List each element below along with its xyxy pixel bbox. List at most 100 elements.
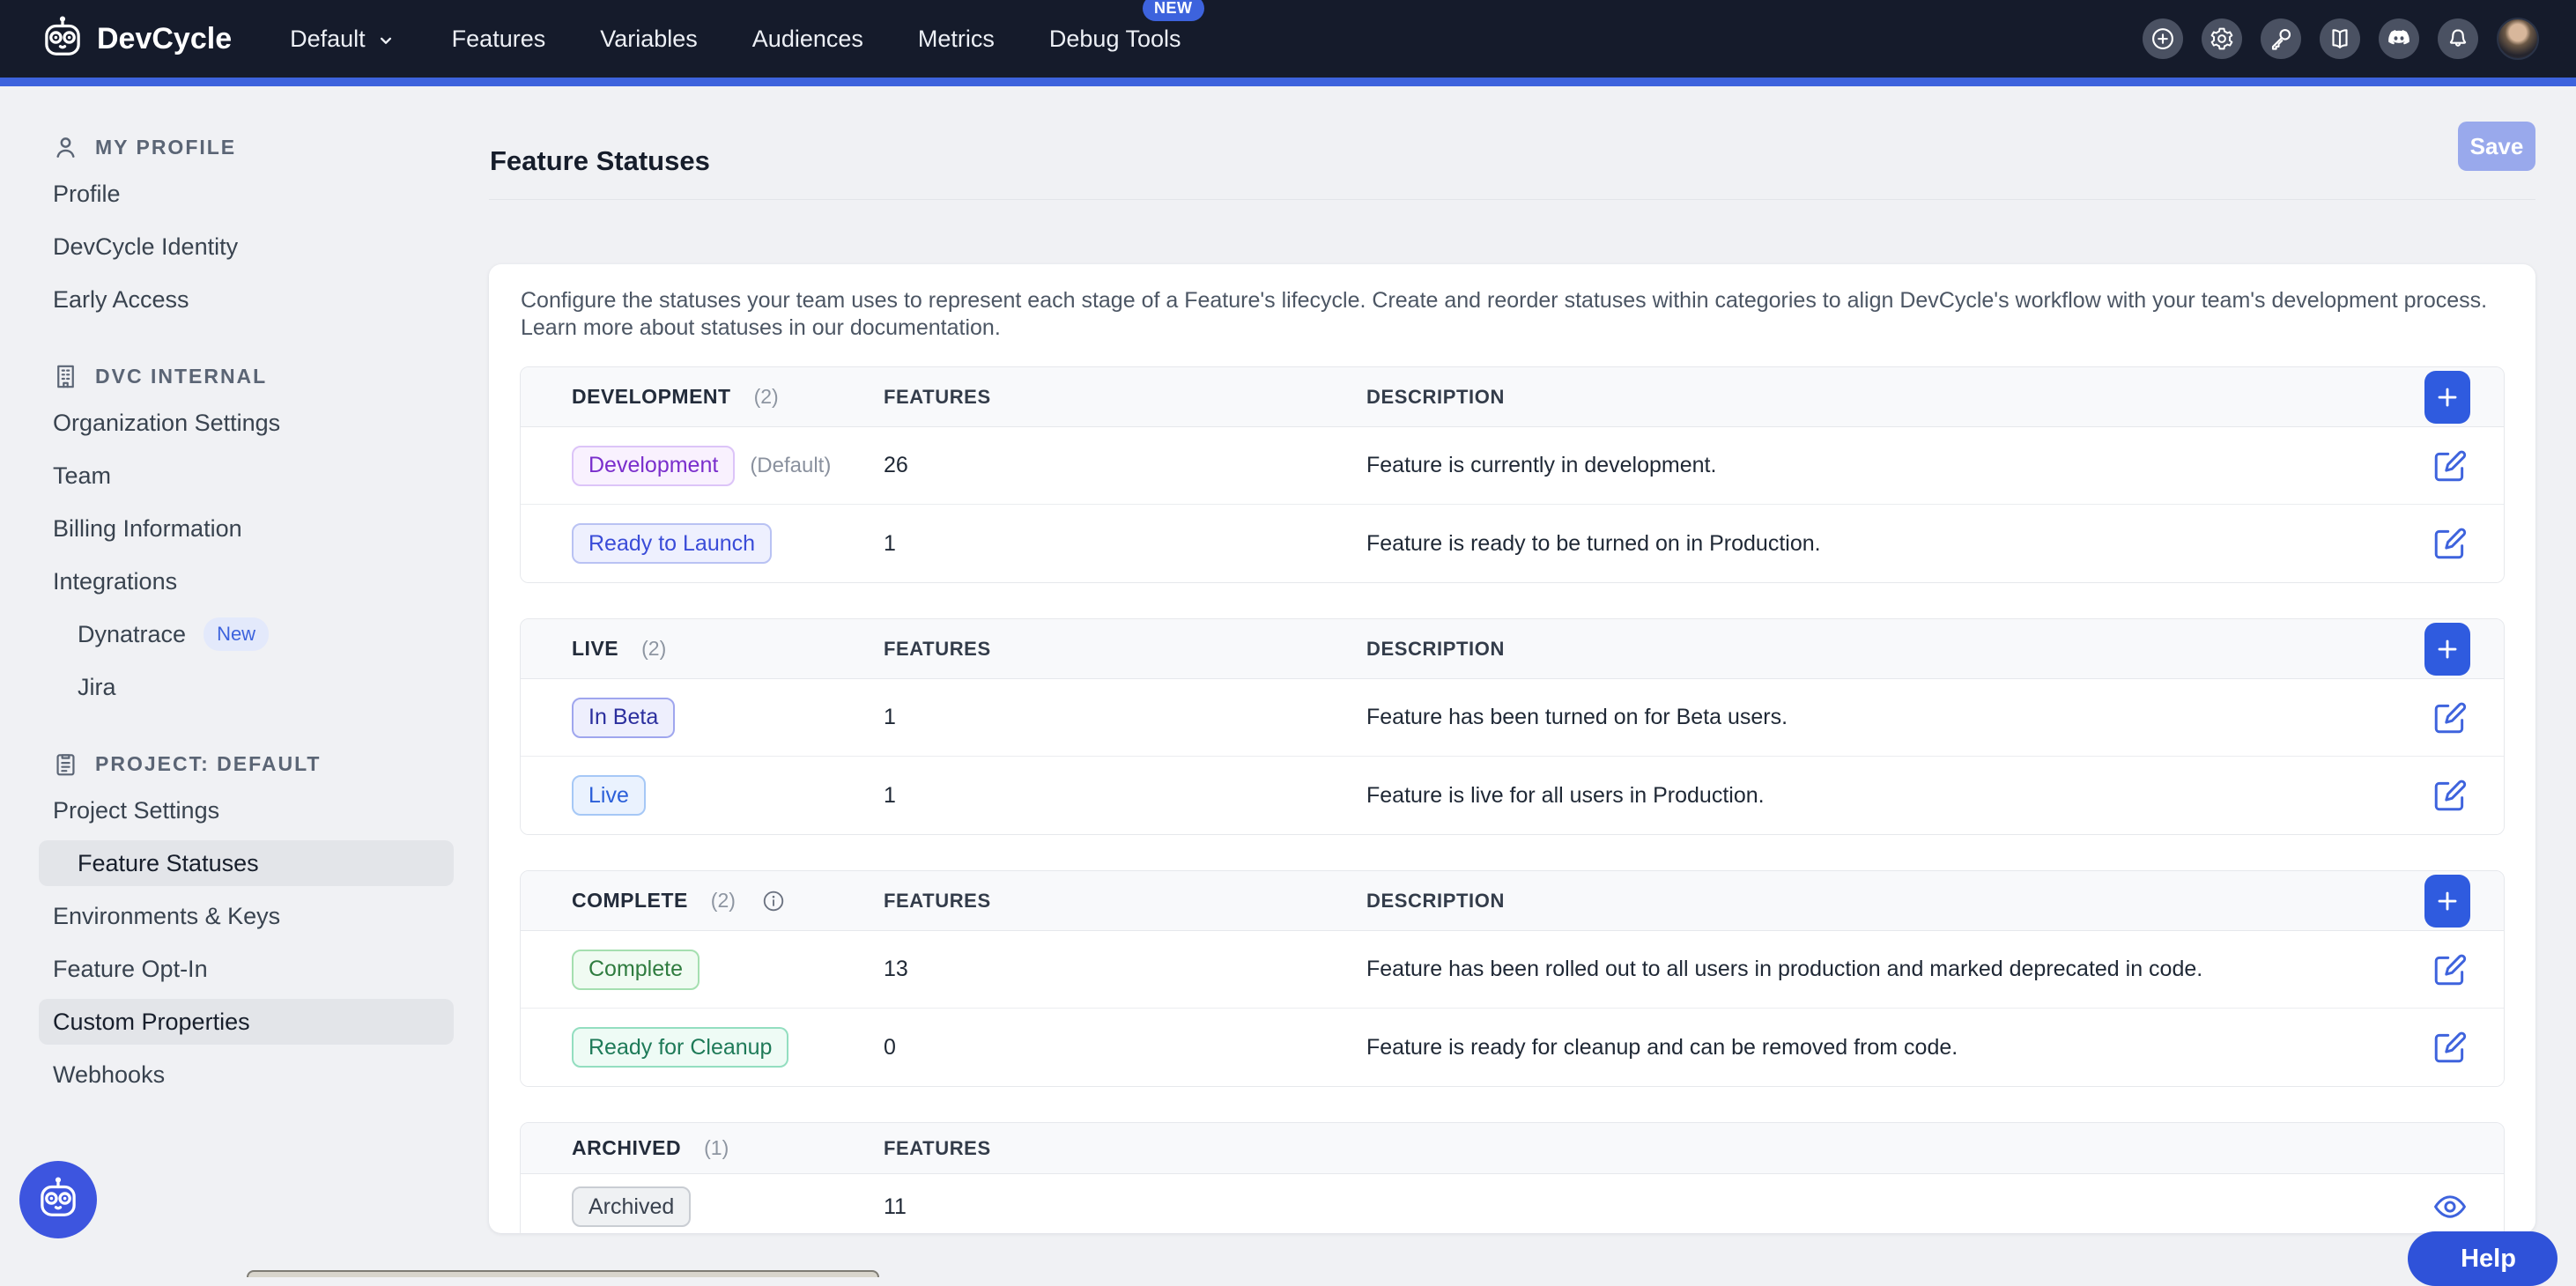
features-count: 1 [884, 783, 896, 808]
category-count: (1) [704, 1136, 729, 1160]
status-cell: Archived [521, 1186, 882, 1227]
features-header-cell: FEATURES [882, 1137, 1366, 1160]
notifications-icon [2445, 26, 2471, 52]
api-key-button[interactable] [2261, 18, 2301, 59]
header-divider [489, 199, 2535, 200]
features-count: 0 [884, 1035, 896, 1060]
sidebar-item-label: Dynatrace [78, 621, 186, 648]
features-header-cell: FEATURES [882, 638, 1366, 661]
add-status-button[interactable] [2424, 371, 2470, 424]
sidebar-item-custom-properties[interactable]: Custom Properties [0, 995, 480, 1048]
user-avatar[interactable] [2497, 18, 2539, 60]
status-table-archived: ARCHIVED (1) FEATURES Archived11 [520, 1122, 2505, 1233]
description-cell: Feature is live for all users in Product… [1366, 783, 2372, 809]
sidebar-item-label: Organization Settings [53, 410, 280, 437]
status-badge: Ready for Cleanup [572, 1027, 788, 1068]
category-label: COMPLETE [572, 889, 688, 913]
sidebar-section-header: MY PROFILE [0, 127, 480, 167]
nav-link-metrics[interactable]: Metrics [918, 26, 995, 53]
edit-icon [2432, 777, 2469, 814]
nav-link-audiences[interactable]: Audiences [752, 26, 863, 53]
settings-button[interactable] [2202, 18, 2242, 59]
description-column-label: DESCRIPTION [1366, 638, 1505, 660]
discord-button[interactable] [2379, 18, 2419, 59]
brand-logo[interactable]: DevCycle [37, 13, 232, 64]
category-count: (2) [711, 889, 736, 913]
description-header-cell: DESCRIPTION [1366, 638, 2372, 661]
description-column-label: DESCRIPTION [1366, 890, 1505, 912]
status-badge: Complete [572, 950, 700, 990]
edit-status-button[interactable] [2430, 1027, 2470, 1068]
nav-link-features[interactable]: Features [452, 26, 546, 53]
status-cell: Ready to Launch [521, 523, 882, 564]
category-header-cell: LIVE(2) [521, 637, 882, 661]
status-row: Live1Feature is live for all users in Pr… [521, 757, 2504, 834]
devcycle-robot-icon [33, 1174, 84, 1225]
top-navbar: DevCycle Default Features Variables Audienc… [0, 0, 2576, 78]
sidebar-item-environments-keys[interactable]: Environments & Keys [0, 890, 480, 942]
sidebar-item-organization-settings[interactable]: Organization Settings [0, 396, 480, 449]
clipboard-icon [51, 750, 80, 779]
status-cell: In Beta [521, 698, 882, 738]
documentation-button[interactable] [2320, 18, 2360, 59]
edit-status-button[interactable] [2430, 523, 2470, 564]
features-cell: 0 [882, 1035, 1366, 1061]
sidebar-item-label: Feature Statuses [78, 850, 259, 877]
status-badge: Ready to Launch [572, 523, 772, 564]
category-label: ARCHIVED [572, 1136, 681, 1160]
sidebar-item-billing-information[interactable]: Billing Information [0, 502, 480, 555]
sidebar-item-label: Profile [53, 181, 121, 208]
chevron-down-icon [374, 26, 397, 52]
sidebar-item-feature-opt-in[interactable]: Feature Opt-In [0, 942, 480, 995]
features-header-cell: FEATURES [882, 386, 1366, 409]
features-cell: 1 [882, 705, 1366, 730]
sidebar-item-project-settings[interactable]: Project Settings [0, 784, 480, 837]
save-button[interactable]: Save [2458, 122, 2535, 171]
status-row: Development(Default)26Feature is current… [521, 427, 2504, 505]
building-icon [51, 362, 80, 391]
features-column-label: FEATURES [884, 638, 991, 660]
status-badge: In Beta [572, 698, 675, 738]
help-button[interactable]: Help [2408, 1231, 2557, 1286]
sidebar-section-title: PROJECT: DEFAULT [95, 752, 321, 776]
description-cell: Feature is currently in development. [1366, 453, 2372, 478]
sidebar-item-profile[interactable]: Profile [0, 167, 480, 220]
discord-icon [2386, 26, 2412, 52]
description-cell: Feature has been turned on for Beta user… [1366, 705, 2372, 730]
sidebar-item-label: DevCycle Identity [53, 233, 238, 261]
status-row: Ready to Launch 1 Feature is ready to be t… [521, 505, 2504, 582]
sidebar-item-webhooks[interactable]: Webhooks [0, 1048, 480, 1101]
edit-status-button[interactable] [2430, 950, 2470, 990]
sidebar-section-header: PROJECT: DEFAULT [0, 743, 480, 784]
org-selector[interactable]: Default [290, 26, 397, 53]
notifications-button[interactable] [2438, 18, 2478, 59]
edit-status-button[interactable] [2430, 775, 2470, 816]
sidebar-item-devcycle-identity[interactable]: DevCycle Identity [0, 220, 480, 273]
sidebar-item-early-access[interactable]: Early Access [0, 273, 480, 326]
sidebar-section-0: MY PROFILE Profile DevCycle Identity Early … [0, 127, 480, 326]
add-status-button[interactable] [2424, 875, 2470, 928]
nav-link-debug-tools[interactable]: Debug ToolsNEW [1049, 26, 1181, 53]
nav-link-variables[interactable]: Variables [600, 26, 698, 53]
add-circle-button[interactable] [2143, 18, 2183, 59]
sidebar-item-jira[interactable]: Jira [0, 661, 480, 713]
add-status-button[interactable] [2424, 623, 2470, 676]
edit-status-button[interactable] [2430, 698, 2470, 738]
chat-launcher-button[interactable] [19, 1161, 97, 1238]
category-count: (2) [641, 637, 666, 661]
status-row: Ready for Cleanup0Feature is ready for c… [521, 1009, 2504, 1086]
description-text: Feature has been turned on for Beta user… [1366, 705, 1788, 729]
sidebar-item-team[interactable]: Team [0, 449, 480, 502]
sidebar-item-feature-statuses[interactable]: Feature Statuses [0, 837, 480, 890]
sidebar-item-label: Webhooks [53, 1061, 165, 1089]
features-count: 1 [884, 531, 896, 556]
info-icon [761, 889, 786, 913]
edit-status-button[interactable] [2430, 446, 2470, 486]
status-table-live: LIVE(2)FEATURESDESCRIPTIONIn Beta1Featur… [520, 618, 2505, 835]
sidebar-item-dynatrace[interactable]: Dynatrace New [0, 608, 480, 661]
description-cell: Feature is ready to be turned on in Prod… [1366, 531, 2372, 557]
view-status-button[interactable] [2430, 1186, 2470, 1227]
new-badge: New [204, 617, 269, 651]
sidebar-item-integrations[interactable]: Integrations [0, 555, 480, 608]
features-count: 11 [884, 1194, 907, 1219]
